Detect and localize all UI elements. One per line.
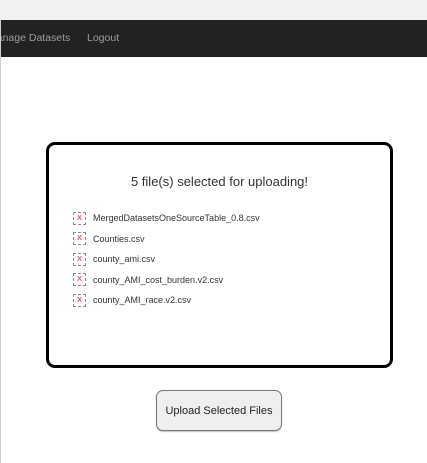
selected-files-title: 5 file(s) selected for uploading! (130, 174, 309, 189)
file-list-item: x Counties.csv (73, 229, 260, 250)
nav-link-manage-datasets[interactable]: Manage Datasets (0, 31, 70, 45)
upload-selected-files-button[interactable]: Upload Selected Files (156, 390, 282, 431)
upload-drop-zone[interactable]: 5 file(s) selected for uploading! x Merg… (46, 142, 393, 368)
file-list-item: x county_AMI_cost_burden.v2.csv (73, 270, 260, 291)
broken-file-icon: x (73, 293, 86, 307)
file-name: county_ami.csv (93, 254, 156, 265)
nav-link-logout[interactable]: Logout (87, 31, 119, 45)
left-edge-border (0, 20, 1, 463)
file-list-item: x county_AMI_race.v2.csv (73, 290, 260, 311)
file-list-item: x county_ami.csv (73, 249, 260, 270)
file-name: county_AMI_race.v2.csv (93, 295, 192, 306)
broken-file-icon: x (73, 273, 86, 287)
page: Manage Datasets Logout 5 file(s) selecte… (0, 0, 427, 463)
browser-top-strip (0, 0, 427, 21)
file-name: Counties.csv (93, 233, 145, 244)
broken-file-icon: x (73, 252, 86, 266)
navbar: Manage Datasets Logout (0, 20, 427, 57)
broken-file-icon: x (73, 211, 86, 225)
file-name: MergedDatasetsOneSourceTable_0.8.csv (93, 213, 260, 224)
selected-file-list: x MergedDatasetsOneSourceTable_0.8.csv x… (73, 208, 260, 311)
broken-file-icon: x (73, 232, 86, 246)
file-list-item: x MergedDatasetsOneSourceTable_0.8.csv (73, 208, 260, 229)
file-name: county_AMI_cost_burden.v2.csv (93, 274, 224, 285)
